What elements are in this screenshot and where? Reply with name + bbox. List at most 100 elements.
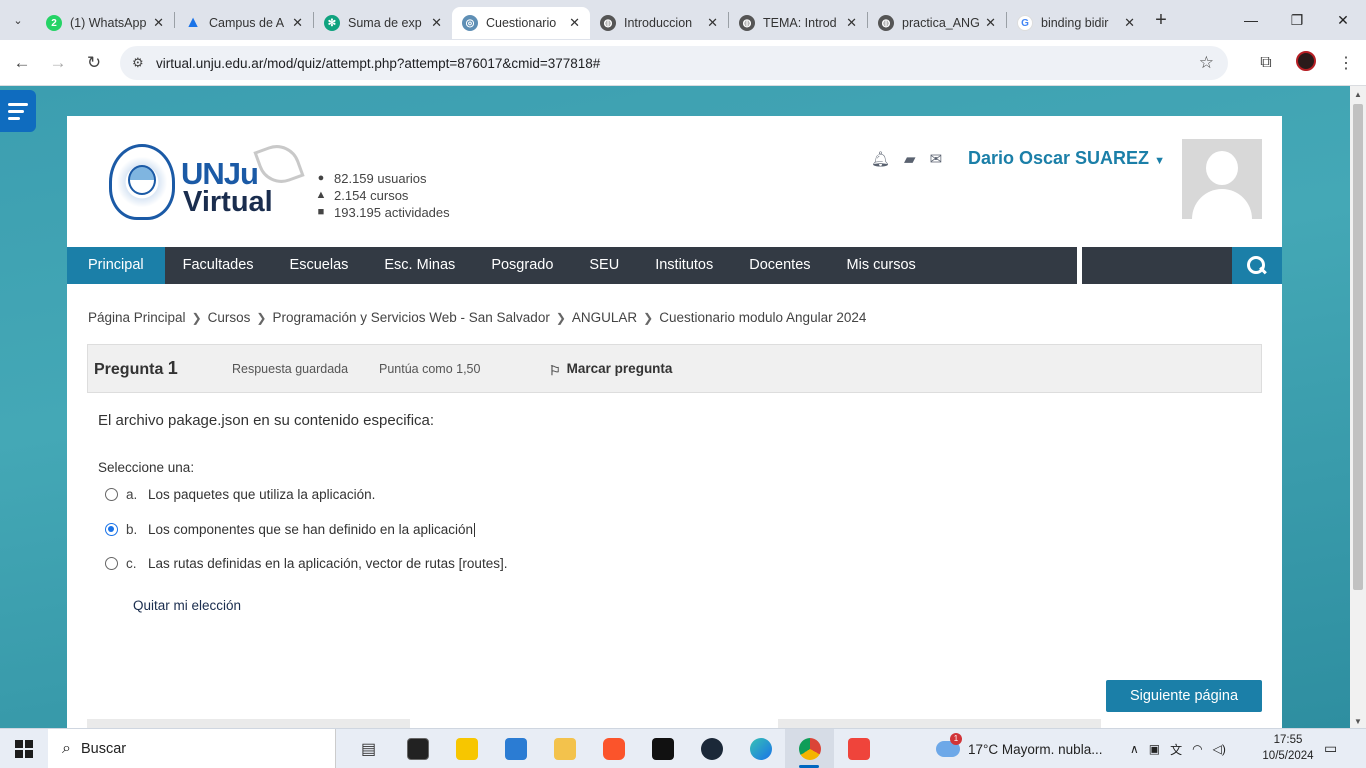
- task-view-icon[interactable]: ▤: [344, 729, 393, 768]
- nav-item-escuelas[interactable]: Escuelas: [272, 247, 367, 284]
- sticky-notes-icon[interactable]: [442, 729, 491, 768]
- search-icon: ⌕: [62, 739, 71, 757]
- nav-item-esc-minas[interactable]: Esc. Minas: [366, 247, 473, 284]
- nav-item-facultades[interactable]: Facultades: [165, 247, 272, 284]
- url-field[interactable]: ⚙ virtual.unju.edu.ar/mod/quiz/attempt.p…: [120, 46, 1228, 80]
- answer-option-a[interactable]: a. Los paquetes que utiliza la aplicació…: [105, 487, 375, 502]
- notification-icon[interactable]: ▭: [1324, 740, 1337, 757]
- volume-icon[interactable]: ◁): [1213, 742, 1226, 756]
- weather-widget[interactable]: 1 17°C Mayorm. nubla...: [936, 729, 1102, 768]
- extensions-icon[interactable]: ⧉: [1246, 54, 1286, 72]
- chrome-icon[interactable]: [785, 728, 834, 768]
- close-icon[interactable]: ✕: [153, 15, 164, 31]
- moodle-icon: ◎: [462, 15, 478, 31]
- tab-campus[interactable]: ▲ Campus de A ✕: [175, 7, 313, 39]
- avatar[interactable]: [1182, 139, 1262, 219]
- tab-introduccion[interactable]: ◍ Introduccion ✕: [590, 7, 728, 39]
- meet-icon[interactable]: ▣: [1149, 742, 1160, 756]
- scroll-up-icon[interactable]: ▲: [1350, 90, 1366, 99]
- system-clock[interactable]: 17:55 10/5/2024: [1256, 732, 1320, 764]
- nav-item-principal[interactable]: Principal: [67, 247, 165, 284]
- flag-question-button[interactable]: ⚐ Marcar pregunta: [549, 360, 672, 379]
- breadcrumb-item[interactable]: Página Principal: [88, 310, 186, 325]
- search-button[interactable]: [1232, 247, 1282, 284]
- start-button[interactable]: [0, 739, 48, 758]
- edge-icon[interactable]: [736, 729, 785, 768]
- answer-option-b[interactable]: b. Los componentes que se han definido e…: [105, 522, 475, 537]
- minimize-icon[interactable]: —: [1228, 0, 1274, 40]
- chat-icon[interactable]: ▰: [904, 150, 916, 168]
- tab-binding[interactable]: Gbinding bidir ✕: [1007, 7, 1145, 39]
- language-icon[interactable]: 文: [1170, 741, 1182, 758]
- taskbar-search[interactable]: ⌕ Buscar: [48, 728, 336, 768]
- close-icon[interactable]: ✕: [1124, 15, 1135, 31]
- nav-item-institutos[interactable]: Institutos: [637, 247, 731, 284]
- chevron-right-icon: ❯: [555, 310, 566, 325]
- reload-icon[interactable]: ↻: [76, 53, 112, 73]
- text-cursor: [473, 522, 475, 537]
- bell-icon[interactable]: 🔔︎: [871, 150, 890, 168]
- browser-tab-bar: ⌄ 2 (1) WhatsApp ✕ ▲ Campus de A ✕ ✻ Suma de …: [0, 0, 1366, 40]
- close-icon[interactable]: ✕: [985, 15, 996, 31]
- terminal-icon[interactable]: [393, 729, 442, 768]
- breadcrumb-item[interactable]: ANGULAR: [572, 310, 637, 325]
- chevron-up-icon[interactable]: ∧: [1130, 742, 1139, 756]
- wifi-icon[interactable]: ◠: [1192, 742, 1202, 756]
- file-explorer-icon[interactable]: [540, 729, 589, 768]
- close-icon[interactable]: ✕: [707, 15, 718, 31]
- close-icon[interactable]: ✕: [846, 15, 857, 31]
- tab-cuestionario[interactable]: ◎ Cuestionario ✕: [452, 7, 590, 39]
- scrollbar-thumb[interactable]: [1353, 104, 1363, 590]
- back-icon[interactable]: ←: [4, 53, 40, 73]
- forward-icon[interactable]: →: [40, 53, 76, 73]
- clear-choice-link[interactable]: Quitar mi elección: [133, 598, 241, 613]
- radio-a[interactable]: [105, 488, 118, 501]
- page-scrollbar[interactable]: ▲ ▼: [1350, 86, 1366, 728]
- scroll-down-icon[interactable]: ▼: [1350, 717, 1366, 726]
- bookmark-star-icon[interactable]: ☆: [1199, 53, 1214, 73]
- new-tab-button[interactable]: +: [1145, 9, 1177, 32]
- weather-badge: 1: [950, 733, 962, 745]
- nav-item-seu[interactable]: SEU: [571, 247, 637, 284]
- chevron-right-icon: ❯: [191, 310, 202, 325]
- tab-title: Suma de exp: [348, 16, 422, 30]
- navbar-divider: [1077, 247, 1082, 284]
- profile-avatar[interactable]: [1286, 50, 1326, 76]
- nav-item-docentes[interactable]: Docentes: [731, 247, 828, 284]
- menu-icon[interactable]: ⋮: [1326, 53, 1366, 73]
- tab-chatgpt[interactable]: ✻ Suma de exp ✕: [314, 7, 452, 39]
- epic-games-icon[interactable]: [638, 729, 687, 768]
- close-window-icon[interactable]: ✕: [1320, 0, 1366, 40]
- tab-title: TEMA: Introd: [763, 16, 837, 30]
- close-icon[interactable]: ✕: [569, 15, 580, 31]
- close-icon[interactable]: ✕: [431, 15, 442, 31]
- radio-b[interactable]: [105, 523, 118, 536]
- globe-icon: ◍: [600, 15, 616, 31]
- site-stats: ● 82.159 usuarios ▲ 2.154 cursos ■ 193.195 …: [314, 170, 450, 221]
- tab-whatsapp[interactable]: 2 (1) WhatsApp ✕: [36, 7, 174, 39]
- close-icon[interactable]: ✕: [292, 15, 303, 31]
- nav-item-mis-cursos[interactable]: Mis cursos: [829, 247, 934, 284]
- next-page-button[interactable]: Siguiente página: [1106, 680, 1262, 712]
- anydesk-icon[interactable]: [834, 729, 883, 768]
- tab-practica[interactable]: ◍ practica_ANG ✕: [868, 7, 1006, 39]
- question-number-value: 1: [167, 358, 178, 378]
- answer-option-c[interactable]: c. Las rutas definidas en la aplicación,…: [105, 556, 507, 571]
- user-menu[interactable]: Dario Oscar SUAREZ ▼: [968, 148, 1165, 169]
- main-navbar: Principal Facultades Escuelas Esc. Minas…: [67, 247, 1282, 284]
- mail-icon[interactable]: [491, 729, 540, 768]
- drawer-toggle-button[interactable]: [0, 90, 36, 132]
- tab-tema[interactable]: ◍ TEMA: Introd ✕: [729, 7, 867, 39]
- tab-search-dropdown[interactable]: ⌄: [0, 0, 36, 40]
- envelope-icon[interactable]: ✉: [930, 150, 943, 168]
- nav-item-posgrado[interactable]: Posgrado: [473, 247, 571, 284]
- restore-icon[interactable]: ❐: [1274, 0, 1320, 40]
- breadcrumb-item[interactable]: Cursos: [208, 310, 251, 325]
- site-info-icon[interactable]: ⚙: [132, 55, 144, 71]
- breadcrumb-item[interactable]: Programación y Servicios Web - San Salva…: [272, 310, 549, 325]
- steam-icon[interactable]: [687, 729, 736, 768]
- brave-icon[interactable]: [589, 729, 638, 768]
- site-logo[interactable]: UNJu Virtual: [109, 138, 305, 224]
- radio-c[interactable]: [105, 557, 118, 570]
- breadcrumb-item[interactable]: Cuestionario modulo Angular 2024: [659, 310, 866, 325]
